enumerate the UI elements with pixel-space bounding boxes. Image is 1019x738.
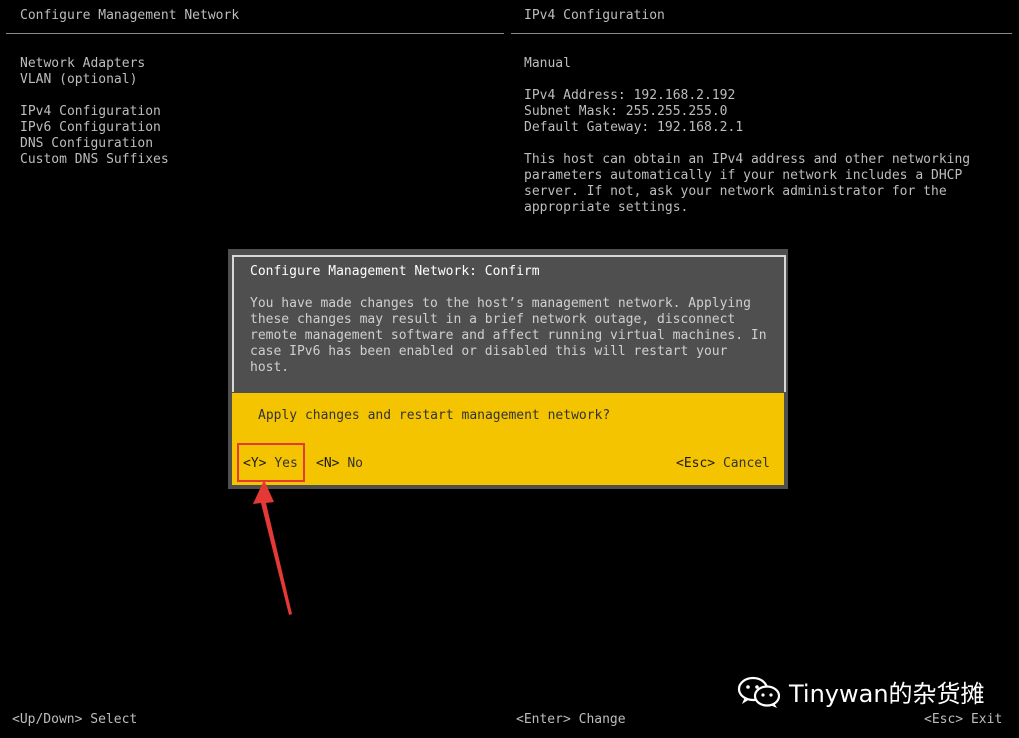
menu-item-vlan[interactable]: VLAN (optional) — [20, 72, 169, 88]
left-header-divider — [6, 33, 504, 34]
no-label: No — [347, 456, 363, 471]
annotation-arrow-icon — [253, 480, 292, 615]
ipv4-description: This host can obtain an IPv4 address and… — [524, 152, 971, 215]
menu-item-dns-configuration[interactable]: DNS Configuration — [20, 136, 169, 152]
cancel-label: Cancel — [722, 456, 770, 471]
footer-change-hint: <Enter> Change — [516, 712, 626, 728]
watermark: Tinywan的杂货摊 — [737, 674, 985, 709]
subnet-mask: Subnet Mask: 255.255.255.0 — [524, 104, 728, 119]
menu-item-ipv4-configuration[interactable]: IPv4 Configuration — [20, 104, 169, 120]
dialog-title: Configure Management Network: Confirm — [250, 264, 540, 279]
dialog-question-area — [232, 393, 784, 485]
menu-item-network-adapters[interactable]: Network Adapters — [20, 56, 169, 72]
dialog-question: Apply changes and restart management net… — [258, 408, 611, 423]
cancel-key: <Esc> — [676, 456, 716, 471]
ipv4-address: IPv4 Address: 192.168.2.192 — [524, 88, 736, 103]
left-panel-title: Configure Management Network — [20, 8, 240, 23]
footer-exit-key: <Esc> — [924, 712, 964, 727]
footer-select-hint: <Up/Down> Select — [12, 712, 137, 728]
no-button[interactable]: <N> No — [316, 456, 363, 471]
menu-item-ipv6-configuration[interactable]: IPv6 Configuration — [20, 120, 169, 136]
no-key: <N> — [316, 456, 340, 471]
ipv4-mode: Manual — [524, 56, 571, 71]
default-gateway: Default Gateway: 192.168.2.1 — [524, 120, 744, 135]
esxi-dcui-screen: Configure Management Network IPv4 Config… — [0, 0, 1019, 738]
confirm-dialog: Configure Management Network: Confirm Yo… — [228, 249, 788, 489]
footer-change-label: Change — [578, 712, 626, 727]
ipv4-details-panel: Manual IPv4 Address: 192.168.2.192 Subne… — [524, 56, 994, 216]
footer-exit-hint: <Esc> Exit — [924, 712, 1002, 728]
footer-exit-label: Exit — [970, 712, 1003, 727]
wechat-icon — [737, 676, 781, 708]
footer-select-label: Select — [90, 712, 138, 727]
right-header-divider — [511, 33, 1012, 34]
config-menu: Network Adapters VLAN (optional) IPv4 Co… — [20, 56, 169, 168]
dialog-message: You have made changes to the host’s mana… — [250, 296, 767, 375]
watermark-text: Tinywan的杂货摊 — [789, 680, 985, 708]
menu-item-custom-dns-suffixes[interactable]: Custom DNS Suffixes — [20, 152, 169, 168]
footer-select-key: <Up/Down> — [12, 712, 83, 727]
cancel-button[interactable]: <Esc> Cancel — [676, 456, 770, 471]
footer-change-key: <Enter> — [516, 712, 571, 727]
yes-highlight-box — [237, 443, 305, 482]
right-panel-title: IPv4 Configuration — [524, 8, 665, 23]
